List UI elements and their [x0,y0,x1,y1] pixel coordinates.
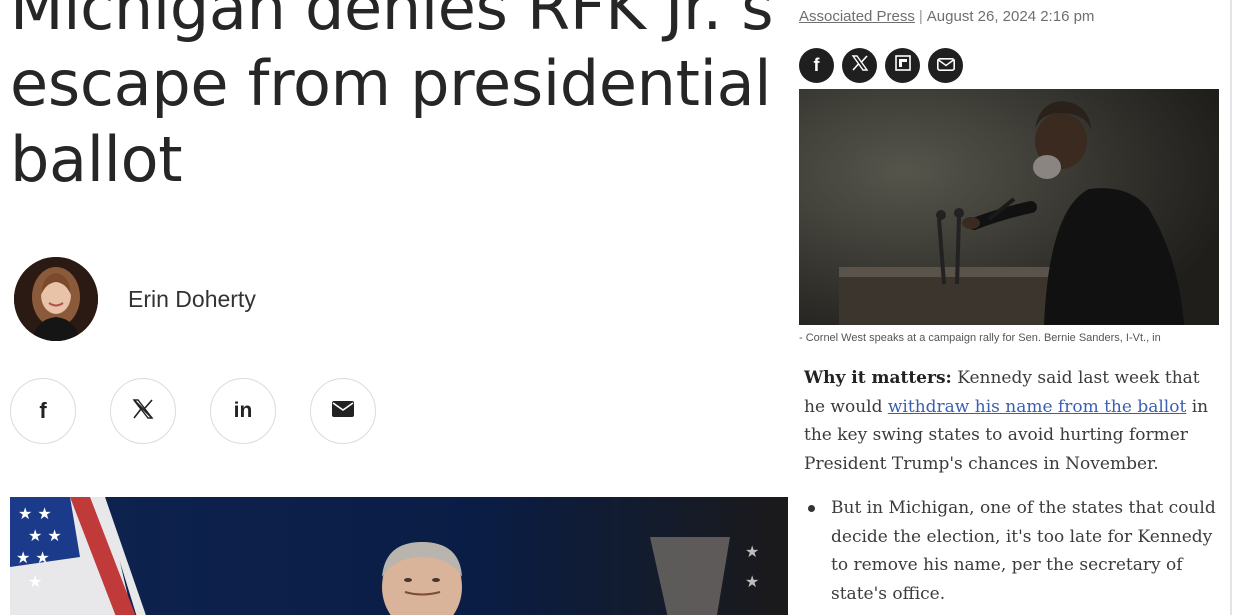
facebook-icon: f [39,398,47,423]
share-x-button[interactable] [110,378,176,444]
share-linkedin-button[interactable]: in [210,378,276,444]
article-body: Why it matters: Kennedy said last week t… [804,364,1219,608]
hero-image: ★ ★ ★ ★ ★ ★ ★ ★ ★ [10,497,788,615]
sidebar-share-row: f [799,48,963,83]
svg-text:★: ★ [745,542,759,561]
sidebar-share-flipboard-button[interactable] [885,48,920,83]
email-icon [936,55,955,76]
sidebar-share-facebook-button[interactable]: f [799,48,834,83]
svg-text:★: ★ [28,572,42,591]
flipboard-icon [894,55,911,76]
publish-date: August 26, 2024 2:16 pm [926,8,1095,25]
sidebar-share-email-button[interactable] [928,48,963,83]
author-name[interactable]: Erin Doherty [128,286,256,313]
article-headline: Michigan denies RFK Jr.’s escape from pr… [10,0,774,196]
share-facebook-button[interactable]: f [10,378,76,444]
article-main: Michigan denies RFK Jr.’s escape from pr… [0,0,790,615]
sidebar-photo [799,89,1219,325]
share-row: f in [10,378,376,444]
list-item: But in Michigan, one of the states that … [804,494,1219,608]
withdraw-link[interactable]: withdraw his name from the ballot [888,397,1186,417]
share-email-button[interactable] [310,378,376,444]
photo-caption: - Cornel West speaks at a campaign rally… [799,332,1161,344]
byline-separator: | [918,8,923,25]
source-link[interactable]: Associated Press [799,8,915,25]
linkedin-icon: in [233,399,253,422]
column-divider [1230,0,1232,615]
lead-label: Why it matters: [804,368,952,388]
svg-text:★ ★: ★ ★ [16,548,50,567]
sidebar-byline: Associated Press | August 26, 2024 2:16 pm [799,8,1094,25]
email-icon [332,400,354,422]
svg-text:★ ★: ★ ★ [28,526,62,545]
x-icon [132,398,154,425]
lead-paragraph: Why it matters: Kennedy said last week t… [804,364,1219,478]
author-avatar[interactable] [14,257,98,341]
svg-text:★ ★: ★ ★ [18,504,52,523]
facebook-icon: f [813,55,820,75]
sidebar-panel: Associated Press | August 26, 2024 2:16 pm… [790,0,1234,615]
sidebar-share-x-button[interactable] [842,48,877,83]
svg-text:★: ★ [745,572,759,591]
x-icon [851,54,869,77]
author-block[interactable]: Erin Doherty [14,256,256,342]
bullet-text: But in Michigan, one of the states that … [831,498,1216,604]
bullet-dot [808,505,815,512]
